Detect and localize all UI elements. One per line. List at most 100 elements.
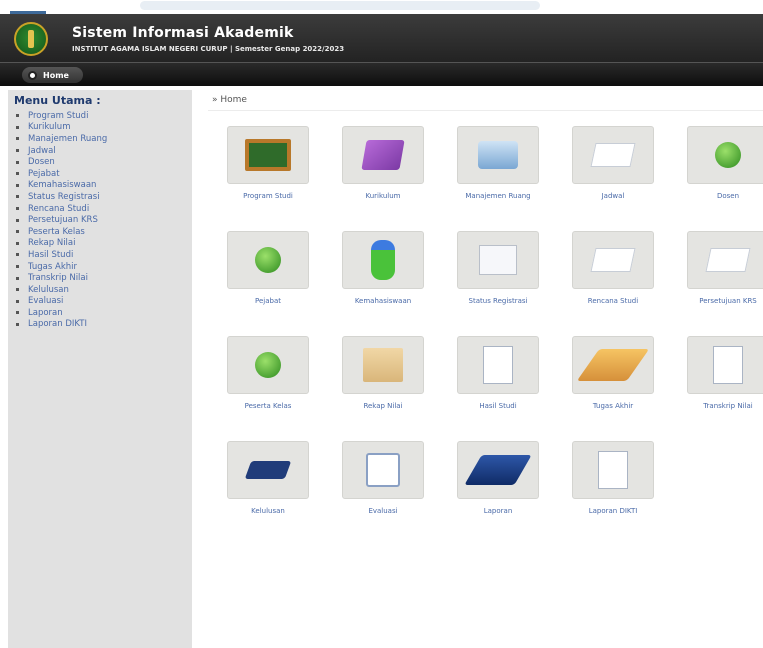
module-icon-box[interactable] bbox=[572, 336, 654, 394]
module-laporan-dikti[interactable]: Laporan DIKTI bbox=[564, 441, 679, 541]
module-icon-box[interactable] bbox=[227, 126, 309, 184]
module-rencana-studi[interactable]: Rencana Studi bbox=[564, 231, 679, 331]
module-label[interactable]: Persetujuan KRS bbox=[673, 297, 763, 305]
module-label[interactable]: Laporan DIKTI bbox=[558, 507, 668, 515]
module-label[interactable]: Program Studi bbox=[213, 192, 323, 200]
sidebar-item-tugas-akhir[interactable]: Tugas Akhir bbox=[16, 261, 107, 273]
computer-icon bbox=[478, 141, 518, 169]
module-label[interactable]: Rencana Studi bbox=[558, 297, 668, 305]
module-label[interactable]: Hasil Studi bbox=[443, 402, 553, 410]
sidebar-item-rencana-studi[interactable]: Rencana Studi bbox=[16, 203, 107, 215]
sidebar-item-label: Laporan DIKTI bbox=[28, 319, 87, 330]
module-persetujuan-krs[interactable]: Persetujuan KRS bbox=[679, 231, 763, 331]
module-icon-box[interactable] bbox=[342, 126, 424, 184]
blue-book-icon bbox=[464, 455, 532, 485]
module-peserta-kelas[interactable]: Peserta Kelas bbox=[219, 336, 334, 436]
bullet-icon bbox=[16, 195, 19, 199]
sidebar-item-kemahasiswaan[interactable]: Kemahasiswaan bbox=[16, 180, 107, 192]
module-icon-box[interactable] bbox=[457, 126, 539, 184]
module-hasil-studi[interactable]: Hasil Studi bbox=[449, 336, 564, 436]
bullet-icon bbox=[16, 253, 19, 257]
module-icon-box[interactable] bbox=[572, 441, 654, 499]
app-header: Sistem Informasi Akademik INSTITUT AGAMA… bbox=[0, 14, 763, 62]
module-kurikulum[interactable]: Kurikulum bbox=[334, 126, 449, 226]
module-icon-box[interactable] bbox=[457, 441, 539, 499]
module-label[interactable]: Laporan bbox=[443, 507, 553, 515]
module-label[interactable]: Status Registrasi bbox=[443, 297, 553, 305]
module-icon-box[interactable] bbox=[227, 441, 309, 499]
module-laporan[interactable]: Laporan bbox=[449, 441, 564, 541]
module-label[interactable]: Jadwal bbox=[558, 192, 668, 200]
sidebar-item-kelulusan[interactable]: Kelulusan bbox=[16, 284, 107, 296]
module-label[interactable]: Transkrip Nilai bbox=[673, 402, 763, 410]
module-icon-box[interactable] bbox=[457, 231, 539, 289]
sidebar: Menu Utama : Program Studi Kurikulum Man… bbox=[8, 90, 192, 648]
module-icon-box[interactable] bbox=[342, 231, 424, 289]
sidebar-item-laporan-dikti[interactable]: Laporan DIKTI bbox=[16, 319, 107, 331]
module-icon-box[interactable] bbox=[687, 336, 763, 394]
module-dosen[interactable]: Dosen bbox=[679, 126, 763, 226]
module-icon-box[interactable] bbox=[227, 336, 309, 394]
module-icon-box[interactable] bbox=[687, 231, 763, 289]
module-label[interactable]: Rekap Nilai bbox=[328, 402, 438, 410]
sidebar-item-evaluasi[interactable]: Evaluasi bbox=[16, 296, 107, 308]
bullet-icon bbox=[16, 218, 19, 222]
module-jadwal[interactable]: Jadwal bbox=[564, 126, 679, 226]
module-icon-box[interactable] bbox=[687, 126, 763, 184]
module-rekap-nilai[interactable]: Rekap Nilai bbox=[334, 336, 449, 436]
clipboard-icon bbox=[366, 453, 400, 487]
module-kemahasiswaan[interactable]: Kemahasiswaan bbox=[334, 231, 449, 331]
module-evaluasi[interactable]: Evaluasi bbox=[334, 441, 449, 541]
module-label[interactable]: Evaluasi bbox=[328, 507, 438, 515]
sidebar-item-jadwal[interactable]: Jadwal bbox=[16, 145, 107, 157]
module-icon-box[interactable] bbox=[572, 126, 654, 184]
sidebar-item-transkrip-nilai[interactable]: Transkrip Nilai bbox=[16, 272, 107, 284]
module-label[interactable]: Manajemen Ruang bbox=[443, 192, 553, 200]
module-label[interactable]: Dosen bbox=[673, 192, 763, 200]
module-icon-box[interactable] bbox=[457, 336, 539, 394]
module-pejabat[interactable]: Pejabat bbox=[219, 231, 334, 331]
module-kelulusan[interactable]: Kelulusan bbox=[219, 441, 334, 541]
sidebar-item-label: Program Studi bbox=[28, 110, 89, 121]
sidebar-item-peserta-kelas[interactable]: Peserta Kelas bbox=[16, 226, 107, 238]
module-manajemen-ruang[interactable]: Manajemen Ruang bbox=[449, 126, 564, 226]
navbar: Home bbox=[0, 62, 763, 86]
sidebar-item-label: Dosen bbox=[28, 157, 55, 168]
bullet-icon bbox=[16, 288, 19, 292]
module-transkrip-nilai[interactable]: Transkrip Nilai bbox=[679, 336, 763, 436]
student-icon bbox=[371, 240, 395, 280]
sidebar-item-status-registrasi[interactable]: Status Registrasi bbox=[16, 191, 107, 203]
module-icon-box[interactable] bbox=[342, 441, 424, 499]
module-icon-box[interactable] bbox=[342, 336, 424, 394]
address-bar[interactable] bbox=[140, 1, 540, 10]
module-label[interactable]: Pejabat bbox=[213, 297, 323, 305]
sidebar-item-hasil-studi[interactable]: Hasil Studi bbox=[16, 249, 107, 261]
institution-logo-icon bbox=[14, 22, 48, 56]
module-label[interactable]: Tugas Akhir bbox=[558, 402, 668, 410]
module-label[interactable]: Kelulusan bbox=[213, 507, 323, 515]
module-program-studi[interactable]: Program Studi bbox=[219, 126, 334, 226]
module-icon-box[interactable] bbox=[572, 231, 654, 289]
module-label[interactable]: Kemahasiswaan bbox=[328, 297, 438, 305]
home-tab[interactable]: Home bbox=[22, 67, 83, 83]
module-label[interactable]: Peserta Kelas bbox=[213, 402, 323, 410]
bullet-icon bbox=[16, 311, 19, 315]
sidebar-item-program-studi[interactable]: Program Studi bbox=[16, 110, 107, 122]
sidebar-item-manajemen-ruang[interactable]: Manajemen Ruang bbox=[16, 133, 107, 145]
sidebar-item-pejabat[interactable]: Pejabat bbox=[16, 168, 107, 180]
module-tugas-akhir[interactable]: Tugas Akhir bbox=[564, 336, 679, 436]
sidebar-item-persetujuan-krs[interactable]: Persetujuan KRS bbox=[16, 214, 107, 226]
module-label[interactable]: Kurikulum bbox=[328, 192, 438, 200]
sidebar-item-label: Manajemen Ruang bbox=[28, 133, 108, 144]
module-icon-box[interactable] bbox=[227, 231, 309, 289]
sidebar-item-dosen[interactable]: Dosen bbox=[16, 156, 107, 168]
bullet-icon bbox=[16, 125, 19, 129]
module-status-registrasi[interactable]: Status Registrasi bbox=[449, 231, 564, 331]
report-icon bbox=[483, 346, 513, 384]
bullet-icon bbox=[16, 149, 19, 153]
sidebar-item-rekap-nilai[interactable]: Rekap Nilai bbox=[16, 238, 107, 250]
sidebar-item-laporan[interactable]: Laporan bbox=[16, 307, 107, 319]
paper-icon bbox=[590, 143, 636, 167]
sidebar-item-kurikulum[interactable]: Kurikulum bbox=[16, 122, 107, 134]
bullet-icon bbox=[16, 183, 19, 187]
